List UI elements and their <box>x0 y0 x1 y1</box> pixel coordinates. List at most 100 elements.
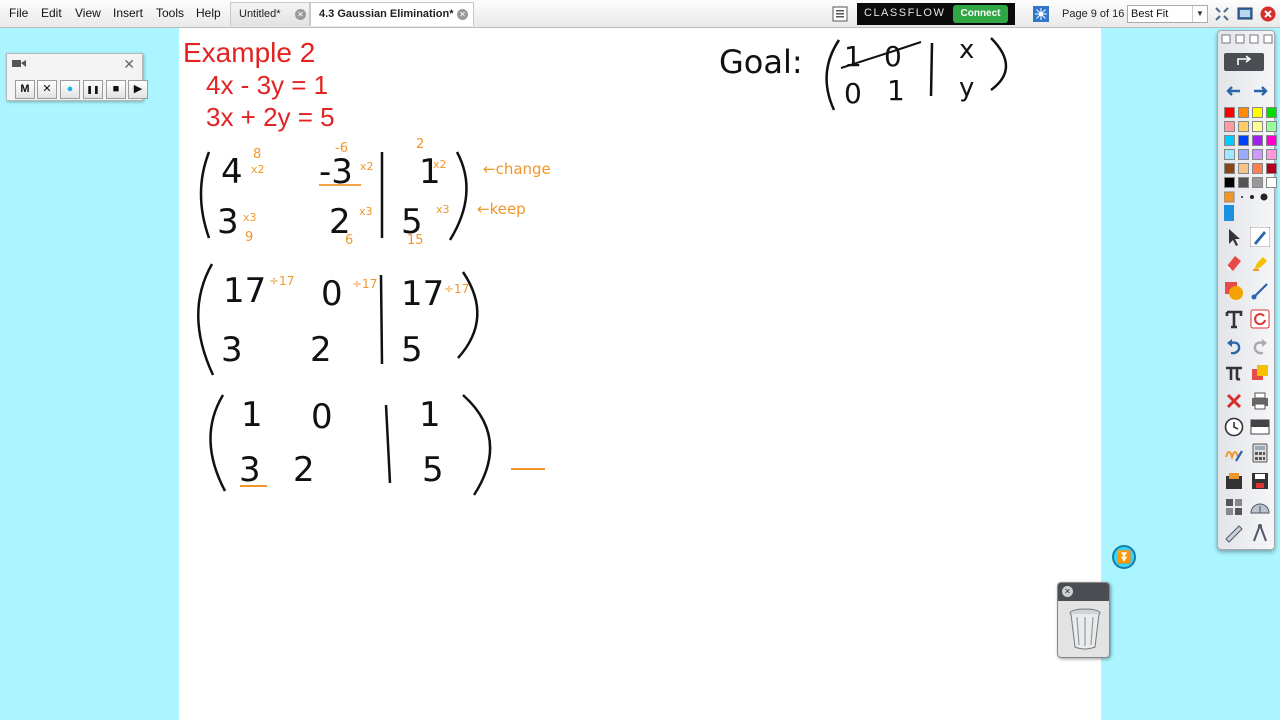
recorder-m-button[interactable]: M <box>15 80 35 99</box>
matrix-2: 17 0 17 3 2 5 ÷17 ÷17 ÷17 <box>197 263 479 376</box>
color-swatch[interactable] <box>1238 177 1249 188</box>
color-swatch[interactable] <box>1238 107 1249 118</box>
refresh-icon[interactable] <box>1250 309 1270 329</box>
collapse-toolbox-button[interactable]: ⏬ <box>1112 545 1136 569</box>
color-swatch[interactable] <box>1238 149 1249 160</box>
tab-untitled[interactable]: Untitled* ✕ <box>230 2 310 26</box>
m1-mult-r2c1: x3 <box>243 211 257 224</box>
chevron-down-icon[interactable]: ▼ <box>1192 6 1207 22</box>
change-annotation: ←change <box>483 160 551 178</box>
m1-r1c2: -3 <box>319 152 353 192</box>
library-icon[interactable] <box>1224 471 1244 491</box>
menu-edit[interactable]: Edit <box>41 6 62 20</box>
color-swatch[interactable] <box>1224 135 1235 146</box>
close-icon[interactable]: ✕ <box>1062 586 1073 597</box>
color-swatch[interactable] <box>1224 163 1235 174</box>
shape-icon[interactable] <box>1224 281 1244 301</box>
clock-icon[interactable] <box>1224 417 1244 437</box>
color-swatch[interactable] <box>1224 121 1235 132</box>
stop-button[interactable]: ■ <box>106 80 126 99</box>
undo-icon[interactable] <box>1224 337 1244 357</box>
m2-div-c1: ÷17 <box>269 274 294 288</box>
zoom-select[interactable]: Best Fit ▼ <box>1127 5 1208 23</box>
color-swatch[interactable] <box>1238 121 1249 132</box>
color-swatch[interactable] <box>1238 135 1249 146</box>
color-swatch[interactable] <box>1266 163 1277 174</box>
select-arrow-icon[interactable] <box>1224 227 1244 247</box>
pause-button[interactable]: ❚❚ <box>83 80 103 99</box>
screen-shade-icon[interactable] <box>1250 417 1270 437</box>
menu-insert[interactable]: Insert <box>113 6 143 20</box>
transparency-slider-icon[interactable] <box>1224 205 1234 221</box>
menu-file[interactable]: File <box>9 6 28 20</box>
color-swatch[interactable] <box>1252 163 1263 174</box>
connect-button[interactable]: Connect <box>953 5 1008 23</box>
color-swatch[interactable] <box>1224 149 1235 160</box>
m2-r2c3: 5 <box>401 330 423 370</box>
trash-widget[interactable]: ✕ <box>1057 582 1110 658</box>
compass-icon[interactable] <box>1250 523 1270 543</box>
delete-icon[interactable] <box>1224 391 1244 411</box>
stamp-icon[interactable] <box>1250 363 1270 383</box>
eraser-icon[interactable] <box>1224 253 1244 273</box>
color-swatch[interactable] <box>1266 135 1277 146</box>
m2-div-c3: ÷17 <box>444 282 469 296</box>
recorder-cancel-button[interactable]: ✕ <box>37 80 57 99</box>
monitor-icon[interactable] <box>1237 6 1253 22</box>
menu-view[interactable]: View <box>75 6 101 20</box>
color-swatch[interactable] <box>1252 135 1263 146</box>
protractor-icon[interactable] <box>1250 497 1270 517</box>
connector-icon[interactable] <box>1250 281 1270 301</box>
color-swatch[interactable] <box>1266 177 1277 188</box>
color-swatch[interactable] <box>1266 107 1277 118</box>
recorder-widget[interactable]: ✕ M ✕ ● ❚❚ ■ ▶ <box>6 53 148 101</box>
redo-icon[interactable] <box>1250 337 1270 357</box>
forward-icon[interactable] <box>1250 81 1270 101</box>
play-button[interactable]: ▶ <box>128 80 148 99</box>
color-swatch[interactable] <box>1252 107 1263 118</box>
color-swatch[interactable] <box>1252 121 1263 132</box>
goal-r2c3: y <box>959 73 974 103</box>
fit-width-icon[interactable] <box>1214 6 1230 22</box>
color-swatch[interactable] <box>1266 149 1277 160</box>
m3-r1c2: 0 <box>311 397 333 437</box>
toolbox-header-icon[interactable] <box>1220 33 1276 45</box>
m1-prod-r1c2: -6 <box>335 141 348 156</box>
menu-icon[interactable] <box>832 6 848 22</box>
handwriting-icon[interactable] <box>1224 443 1244 463</box>
grid-icon[interactable] <box>1224 497 1244 517</box>
color-swatch[interactable] <box>1224 107 1235 118</box>
tab-gaussian-elimination[interactable]: 4.3 Gaussian Elimination* ✕ <box>310 2 474 26</box>
color-swatch[interactable] <box>1252 149 1263 160</box>
color-swatch[interactable] <box>1252 177 1263 188</box>
color-swatch[interactable] <box>1266 121 1277 132</box>
m1-mult-r1c3: x2 <box>433 158 447 171</box>
flipchart-page[interactable]: Example 2 4x - 3y = 1 3x + 2y = 5 4 -3 1… <box>179 28 1101 720</box>
close-window-icon[interactable] <box>1260 6 1276 22</box>
tab-label: 4.3 Gaussian Elimination* <box>319 8 454 20</box>
export-icon[interactable] <box>1224 53 1264 71</box>
close-icon[interactable]: ✕ <box>123 56 135 73</box>
color-swatch[interactable] <box>1238 163 1249 174</box>
highlighter-icon[interactable] <box>1250 253 1270 273</box>
tab-close-icon[interactable]: ✕ <box>295 9 306 20</box>
pen-width-icon[interactable] <box>1224 191 1274 203</box>
goal-matrix: Goal: 1 0 x 0 1 y <box>719 35 1008 111</box>
calculator-icon[interactable] <box>1250 443 1270 463</box>
pen-icon[interactable] <box>1250 227 1270 247</box>
print-icon[interactable] <box>1250 391 1270 411</box>
menu-tools[interactable]: Tools <box>156 6 184 20</box>
ink-layer: 4 -3 1 3 2 5 8 -6 2 x2 x2 x2 x3 x3 x3 9 … <box>197 35 1008 496</box>
record-button[interactable]: ● <box>60 80 80 99</box>
trash-bin-icon[interactable] <box>1068 607 1102 651</box>
color-swatch[interactable] <box>1224 177 1235 188</box>
pi-icon[interactable] <box>1224 363 1244 383</box>
tab-close-icon[interactable]: ✕ <box>457 9 468 20</box>
network-icon[interactable] <box>1033 6 1049 22</box>
text-icon[interactable] <box>1224 309 1244 329</box>
tab-label: Untitled* <box>239 8 281 20</box>
back-icon[interactable] <box>1224 81 1244 101</box>
save-icon[interactable] <box>1250 471 1270 491</box>
ruler-icon[interactable] <box>1224 523 1244 543</box>
menu-help[interactable]: Help <box>196 6 221 20</box>
